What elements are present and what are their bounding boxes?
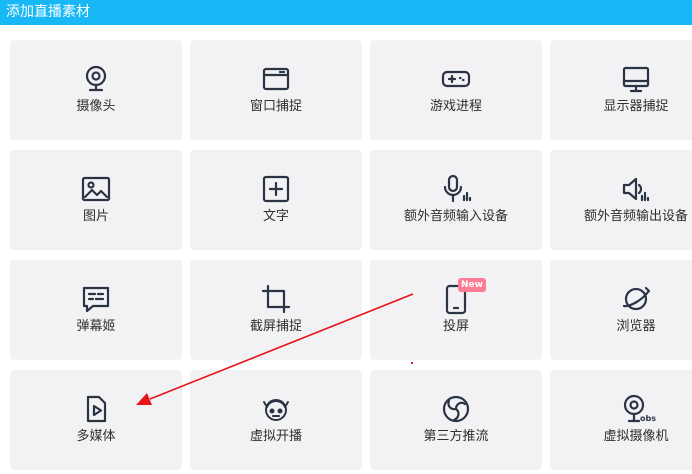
tile-screenshot-capture[interactable]: 截屏捕捉 [190,260,362,360]
text-plus-icon [261,174,291,204]
media-file-icon [81,394,111,424]
microphone-icon [441,174,472,204]
third-party-stream-icon [441,394,471,424]
tile-label: 游戏进程 [429,99,482,114]
svg-text:obs: obs [640,414,656,423]
obs-virtual-camera-icon: obs [621,394,656,424]
tile-text[interactable]: 文字 [190,150,362,250]
tile-virtual-live[interactable]: 虚拟开播 [190,370,362,470]
tile-audio-output[interactable]: 额外音频输出设备 [550,150,692,250]
tile-webcam[interactable]: 摄像头 [10,40,182,140]
tile-label: 弹幕姬 [76,319,116,334]
gamepad-icon [441,64,471,94]
speaker-icon [621,174,651,204]
tile-label: 窗口捕捉 [249,99,302,114]
tile-monitor-capture[interactable]: 显示器捕捉 [550,40,692,140]
source-grid: 摄像头 窗口捕捉 游戏进程 显示器捕捉 图片 文字 额外音频输入设备 额外音频输… [10,40,692,474]
tile-audio-input[interactable]: 额外音频输入设备 [370,150,542,250]
danmaku-chat-icon [81,284,111,314]
tile-label: 浏览器 [616,319,656,334]
tile-label: 多媒体 [76,429,116,444]
tile-label: 文字 [262,209,289,224]
tile-virtual-camera[interactable]: obs 虚拟摄像机 [550,370,692,470]
window-title: 添加直播素材 [6,4,90,20]
new-badge: New [458,278,486,292]
tile-game-process[interactable]: 游戏进程 [370,40,542,140]
tile-label: 摄像头 [76,99,116,114]
tile-label: 投屏 [442,319,469,334]
tile-label: 额外音频输入设备 [403,209,508,224]
tile-label: 显示器捕捉 [603,99,669,114]
crop-icon [261,284,291,314]
tile-label: 截屏捕捉 [249,319,302,334]
tile-browser[interactable]: 浏览器 [550,260,692,360]
title-bar: 添加直播素材 [0,0,692,25]
tile-image[interactable]: 图片 [10,150,182,250]
browser-globe-icon [621,284,651,314]
tile-label: 图片 [82,209,109,224]
monitor-icon [621,64,651,94]
tile-danmaku[interactable]: 弹幕姬 [10,260,182,360]
tile-label: 虚拟摄像机 [603,429,669,444]
tile-screen-cast[interactable]: New 投屏 [370,260,542,360]
tile-window-capture[interactable]: 窗口捕捉 [190,40,362,140]
window-icon [261,64,291,94]
tile-multimedia[interactable]: 多媒体 [10,370,182,470]
webcam-icon [81,64,111,94]
image-icon [81,174,111,204]
tile-label: 第三方推流 [423,429,489,444]
tile-label: 额外音频输出设备 [583,209,688,224]
tile-label: 虚拟开播 [249,429,302,444]
tile-third-party-stream[interactable]: 第三方推流 [370,370,542,470]
virtual-avatar-icon [261,394,291,424]
